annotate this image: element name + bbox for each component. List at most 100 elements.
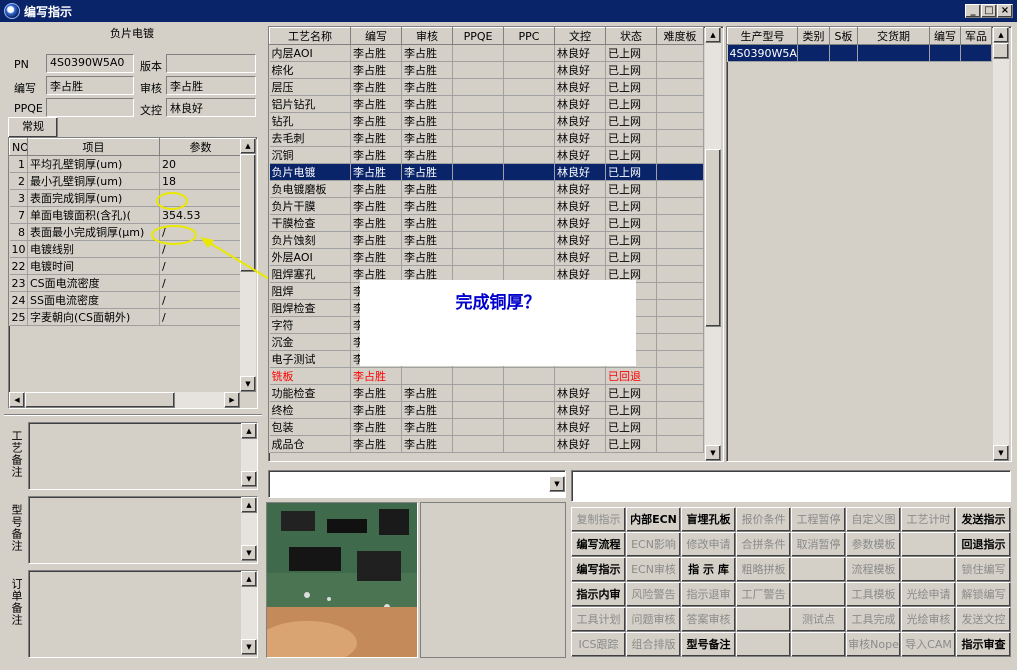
action-button[interactable]: 工程暂停 bbox=[791, 507, 846, 532]
minimize-button[interactable]: _ bbox=[965, 4, 981, 18]
param-cell-value[interactable]: / bbox=[159, 240, 242, 258]
process-cell[interactable] bbox=[656, 61, 704, 79]
action-button[interactable]: 参数模板 bbox=[846, 532, 901, 557]
action-button[interactable]: 光绘审核 bbox=[901, 607, 956, 632]
param-cell-no[interactable]: 2 bbox=[9, 172, 28, 190]
process-cell[interactable] bbox=[503, 129, 555, 147]
orders-cell[interactable]: 4S0390W5A0 bbox=[727, 44, 798, 62]
process-cell[interactable]: 终检 bbox=[269, 401, 351, 419]
scroll-down-icon[interactable]: ▼ bbox=[240, 376, 256, 392]
process-cell[interactable] bbox=[656, 282, 704, 300]
scroll-up-icon[interactable]: ▲ bbox=[705, 27, 721, 43]
process-cell[interactable]: 去毛刺 bbox=[269, 129, 351, 147]
pn-field[interactable]: 4S0390W5A0 bbox=[46, 54, 134, 73]
process-cell[interactable] bbox=[452, 112, 504, 130]
process-cell[interactable]: 李占胜 bbox=[401, 163, 453, 181]
param-cell-no[interactable]: 22 bbox=[9, 257, 28, 275]
process-cell[interactable] bbox=[452, 384, 504, 402]
process-cell[interactable]: 已上网 bbox=[605, 214, 657, 232]
process-cell[interactable] bbox=[503, 384, 555, 402]
param-cell-item[interactable]: 最小孔壁铜厚(um) bbox=[27, 172, 160, 190]
param-cell-item[interactable]: 表面完成铜厚(um) bbox=[27, 189, 160, 207]
param-cell-no[interactable]: 10 bbox=[9, 240, 28, 258]
action-button[interactable]: 工具完成 bbox=[846, 607, 901, 632]
process-cell[interactable]: 李占胜 bbox=[401, 418, 453, 436]
param-cell-value[interactable]: / bbox=[159, 274, 242, 292]
action-button[interactable] bbox=[901, 532, 956, 557]
process-cell[interactable] bbox=[452, 78, 504, 96]
process-cell[interactable] bbox=[452, 163, 504, 181]
process-cell[interactable] bbox=[656, 418, 704, 436]
process-cell[interactable]: 负片干膜 bbox=[269, 197, 351, 215]
process-cell[interactable] bbox=[503, 231, 555, 249]
param-cell-value[interactable]: / bbox=[159, 257, 242, 275]
orders-cell[interactable] bbox=[929, 44, 961, 62]
action-button[interactable] bbox=[791, 582, 846, 607]
process-row[interactable]: 负电镀磨板 李占胜 李占胜 林良好 已上网 bbox=[269, 180, 704, 198]
process-row[interactable]: 铝片钻孔 李占胜 李占胜 林良好 已上网 bbox=[269, 95, 704, 113]
param-cell-item[interactable]: 表面最小完成铜厚(μm) bbox=[27, 223, 160, 241]
process-cell[interactable]: 李占胜 bbox=[350, 197, 402, 215]
action-button[interactable]: 审核Nope bbox=[846, 632, 901, 657]
param-cell-no[interactable]: 23 bbox=[9, 274, 28, 292]
param-cell-item[interactable]: 字麦朝向(CS面朝外) bbox=[27, 308, 160, 326]
param-header-item[interactable]: 项目 bbox=[27, 138, 160, 156]
param-row[interactable]: 2 最小孔壁铜厚(um) 18 bbox=[9, 172, 242, 190]
param-cell-no[interactable]: 24 bbox=[9, 291, 28, 309]
process-cell[interactable]: 林良好 bbox=[554, 44, 606, 62]
action-button[interactable]: 测试点 bbox=[791, 607, 846, 632]
process-cell[interactable]: 干膜检查 bbox=[269, 214, 351, 232]
process-cell[interactable]: 已上网 bbox=[605, 384, 657, 402]
process-cell[interactable]: 钻孔 bbox=[269, 112, 351, 130]
scroll-up-icon[interactable]: ▲ bbox=[241, 497, 257, 513]
process-row[interactable]: 终检 李占胜 李占胜 林良好 已上网 bbox=[269, 401, 704, 419]
process-cell[interactable] bbox=[401, 367, 453, 385]
process-cell[interactable] bbox=[656, 78, 704, 96]
param-cell-no[interactable]: 25 bbox=[9, 308, 28, 326]
reviewer-field[interactable]: 李占胜 bbox=[166, 76, 256, 95]
process-cell[interactable] bbox=[656, 299, 704, 317]
process-cell[interactable] bbox=[656, 129, 704, 147]
process-row[interactable]: 去毛刺 李占胜 李占胜 林良好 已上网 bbox=[269, 129, 704, 147]
process-row[interactable]: 内层AOI 李占胜 李占胜 林良好 已上网 bbox=[269, 44, 704, 62]
process-cell[interactable]: 字符 bbox=[269, 316, 351, 334]
param-cell-item[interactable]: 电镀时间 bbox=[27, 257, 160, 275]
notes-vscroll[interactable]: ▲ ▼ bbox=[241, 571, 257, 655]
scroll-up-icon[interactable]: ▲ bbox=[993, 27, 1009, 43]
process-vscroll[interactable]: ▲ ▼ bbox=[705, 27, 721, 461]
process-cell[interactable]: 阻焊 bbox=[269, 282, 351, 300]
process-cell[interactable] bbox=[503, 61, 555, 79]
action-button[interactable]: 工具模板 bbox=[846, 582, 901, 607]
process-cell[interactable] bbox=[656, 112, 704, 130]
action-button[interactable]: 流程模板 bbox=[846, 557, 901, 582]
process-row[interactable]: 干膜检查 李占胜 李占胜 林良好 已上网 bbox=[269, 214, 704, 232]
process-cell[interactable] bbox=[656, 197, 704, 215]
process-cell[interactable]: 已上网 bbox=[605, 163, 657, 181]
process-cell[interactable] bbox=[656, 401, 704, 419]
param-row[interactable]: 3 表面完成铜厚(um) bbox=[9, 189, 242, 207]
action-button[interactable]: 取消暂停 bbox=[791, 532, 846, 557]
process-cell[interactable]: 林良好 bbox=[554, 112, 606, 130]
process-cell[interactable]: 林良好 bbox=[554, 401, 606, 419]
process-cell[interactable]: 已上网 bbox=[605, 112, 657, 130]
param-row[interactable]: 25 字麦朝向(CS面朝外) / bbox=[9, 308, 242, 326]
action-button[interactable] bbox=[736, 632, 791, 657]
process-cell[interactable]: 沉铜 bbox=[269, 146, 351, 164]
process-cell[interactable]: 电子测试 bbox=[269, 350, 351, 368]
process-cell[interactable] bbox=[503, 197, 555, 215]
process-grid[interactable]: 工艺名称 编写 审核 PPQE PPC 文控 状态 难度板 内层AOI 李占胜 李占胜 林良好 已上网… bbox=[268, 26, 724, 462]
param-cell-value[interactable]: / bbox=[159, 308, 242, 326]
process-cell[interactable]: 李占胜 bbox=[350, 180, 402, 198]
process-cell[interactable]: 李占胜 bbox=[401, 146, 453, 164]
process-cell[interactable] bbox=[452, 146, 504, 164]
process-cell[interactable] bbox=[656, 146, 704, 164]
process-cell[interactable]: 林良好 bbox=[554, 95, 606, 113]
orders-cell[interactable] bbox=[797, 44, 830, 62]
process-cell[interactable]: 李占胜 bbox=[401, 180, 453, 198]
process-cell[interactable] bbox=[503, 418, 555, 436]
process-cell[interactable]: 李占胜 bbox=[350, 248, 402, 266]
process-cell[interactable]: 已上网 bbox=[605, 180, 657, 198]
param-cell-no[interactable]: 8 bbox=[9, 223, 28, 241]
notes-textarea[interactable]: ▲ ▼ bbox=[28, 496, 258, 564]
hscroll-thumb[interactable] bbox=[25, 392, 175, 408]
